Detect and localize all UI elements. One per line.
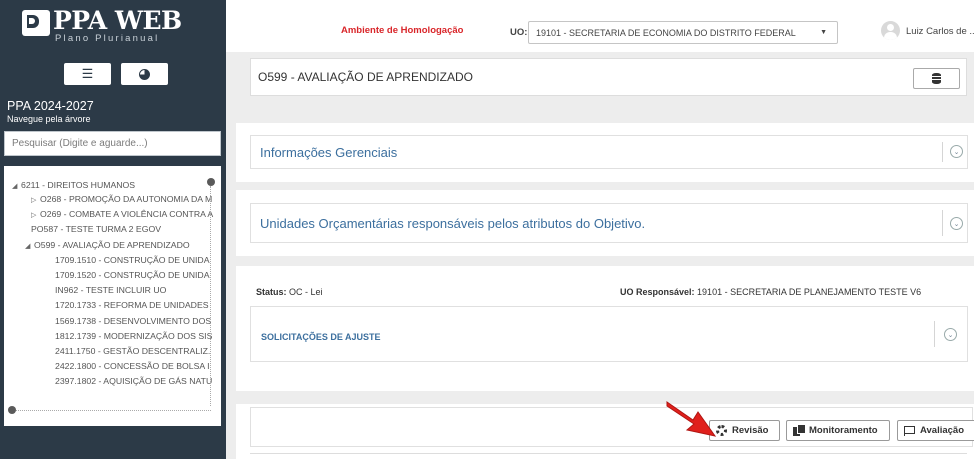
horizontal-scrollbar[interactable] [16, 410, 211, 411]
info-panel-container: Informações Gerenciais ⌄ [236, 123, 974, 182]
objective-title: O599 - AVALIAÇÃO DE APRENDIZADO [258, 70, 473, 84]
tree-item[interactable]: 2422.1800 - CONCESSÃO DE BOLSA I [55, 361, 210, 372]
actions-container: Revisão Monitoramento Avaliação [236, 404, 974, 459]
sidebar: PPA WEB Plano Plurianual ☰ PPA 2024-2027… [0, 0, 226, 459]
logo-mark-icon [22, 10, 50, 36]
divider [934, 321, 935, 347]
tree-item[interactable]: 2397.1802 - AQUISIÇÃO DE GÁS NATU [55, 376, 212, 387]
chart-button[interactable] [121, 63, 168, 85]
chevron-down-icon[interactable]: ⌄ [950, 217, 963, 230]
tree-item[interactable]: PO587 - TESTE TURMA 2 EGOV [31, 224, 161, 235]
horizontal-scroll-handle[interactable] [8, 406, 16, 414]
uo-select-value: 19101 - SECRETARIA DE ECONOMIA DO DISTRI… [536, 27, 796, 38]
uo-responsavel-field: UO Responsável: 19101 - SECRETARIA DE PL… [620, 287, 922, 297]
uo-responsavel-value: 19101 - SECRETARIA DE PLANEJAMENTO TESTE… [697, 287, 922, 297]
user-avatar[interactable] [881, 21, 900, 40]
navigation-tree: ◢ 6211 - DIREITOS HUMANOS ▷ O268 - PROMOÇÃ… [4, 166, 221, 426]
avaliacao-button[interactable]: Avaliação [897, 420, 974, 441]
ppa-title: PPA 2024-2027 [7, 99, 94, 113]
caret-down-icon: ◢ [12, 183, 18, 190]
info-panel[interactable]: Informações Gerenciais ⌄ [250, 135, 968, 169]
tree-item[interactable]: 1720.1733 - REFORMA DE UNIDADES [55, 300, 209, 311]
database-icon [932, 73, 941, 84]
actions-bar: Revisão Monitoramento Avaliação [250, 407, 974, 447]
tree-item[interactable]: ◢ 6211 - DIREITOS HUMANOS [12, 180, 135, 192]
detail-panel: Status: OC - Lei UO Responsável: 19101 -… [236, 266, 974, 391]
objective-card: O599 - AVALIAÇÃO DE APRENDIZADO [250, 58, 967, 96]
status-value: OC - Lei [289, 287, 323, 297]
menu-toggle-button[interactable]: ☰ [64, 63, 111, 85]
caret-down-icon: ◢ [25, 243, 31, 250]
logo-title: PPA WEB [53, 6, 182, 35]
tree-item[interactable]: 1812.1739 - MODERNIZAÇÃO DOS SIS [55, 331, 212, 342]
copy-icon [793, 425, 805, 436]
info-panel-title[interactable]: Informações Gerenciais [260, 145, 397, 160]
red-arrow-icon [666, 401, 717, 437]
tree-item[interactable]: ▷ O269 - COMBATE A VIOLÊNCIA CONTRA A [31, 209, 213, 221]
environment-label: Ambiente de Homologação [341, 25, 464, 36]
user-name[interactable]: Luiz Carlos de ... [906, 26, 974, 37]
uo-label: UO: [510, 27, 528, 38]
tree-search-input[interactable] [4, 131, 221, 156]
uo-select[interactable]: 19101 - SECRETARIA DE ECONOMIA DO DISTRI… [528, 21, 838, 44]
ppa-subtitle: Navegue pela árvore [7, 114, 91, 124]
tree-item[interactable]: ◢ O599 - AVALIAÇÃO DE APRENDIZADO [25, 240, 190, 252]
database-button[interactable] [913, 68, 960, 89]
logo-subtitle: Plano Plurianual [55, 33, 160, 44]
tree-item[interactable]: IN962 - TESTE INCLUIR UO [55, 285, 166, 296]
monitoramento-button[interactable]: Monitoramento [786, 420, 890, 441]
solicitacoes-title[interactable]: SOLICITAÇÕES DE AJUSTE [261, 332, 381, 342]
status-field: Status: OC - Lei [256, 287, 323, 297]
menu-icon: ☰ [81, 66, 94, 81]
bottom-panel-edge [250, 453, 967, 459]
tree-item[interactable]: 1709.1520 - CONSTRUÇÃO DE UNIDA [55, 270, 210, 281]
uos-panel-title[interactable]: Unidades Orçamentárias responsáveis pelo… [260, 216, 645, 231]
chevron-down-icon[interactable]: ⌄ [944, 328, 957, 341]
tree-item[interactable]: 1569.1738 - DESENVOLVIMENTO DOS [55, 316, 211, 327]
chevron-down-icon[interactable]: ⌄ [950, 145, 963, 158]
app-logo[interactable]: PPA WEB Plano Plurianual [22, 8, 182, 48]
caret-down-icon: ▼ [820, 29, 827, 36]
tree-item[interactable]: 1709.1510 - CONSTRUÇÃO DE UNIDA [55, 255, 210, 266]
divider [942, 210, 943, 236]
uos-panel[interactable]: Unidades Orçamentárias responsáveis pelo… [250, 203, 968, 243]
pie-chart-icon [139, 68, 150, 80]
caret-right-icon: ▷ [31, 197, 37, 204]
uos-panel-container: Unidades Orçamentárias responsáveis pelo… [236, 190, 974, 256]
solicitacoes-panel[interactable]: SOLICITAÇÕES DE AJUSTE ⌄ [250, 306, 968, 362]
tree-item[interactable]: 2411.1750 - GESTÃO DESCENTRALIZ. [55, 346, 210, 357]
vertical-scroll-handle[interactable] [207, 178, 215, 186]
vertical-scrollbar[interactable] [210, 186, 211, 406]
flag-icon [904, 425, 915, 436]
tree-item[interactable]: ▷ O268 - PROMOÇÃO DA AUTONOMIA DA M [31, 194, 212, 206]
caret-right-icon: ▷ [31, 212, 37, 219]
divider [942, 142, 943, 162]
